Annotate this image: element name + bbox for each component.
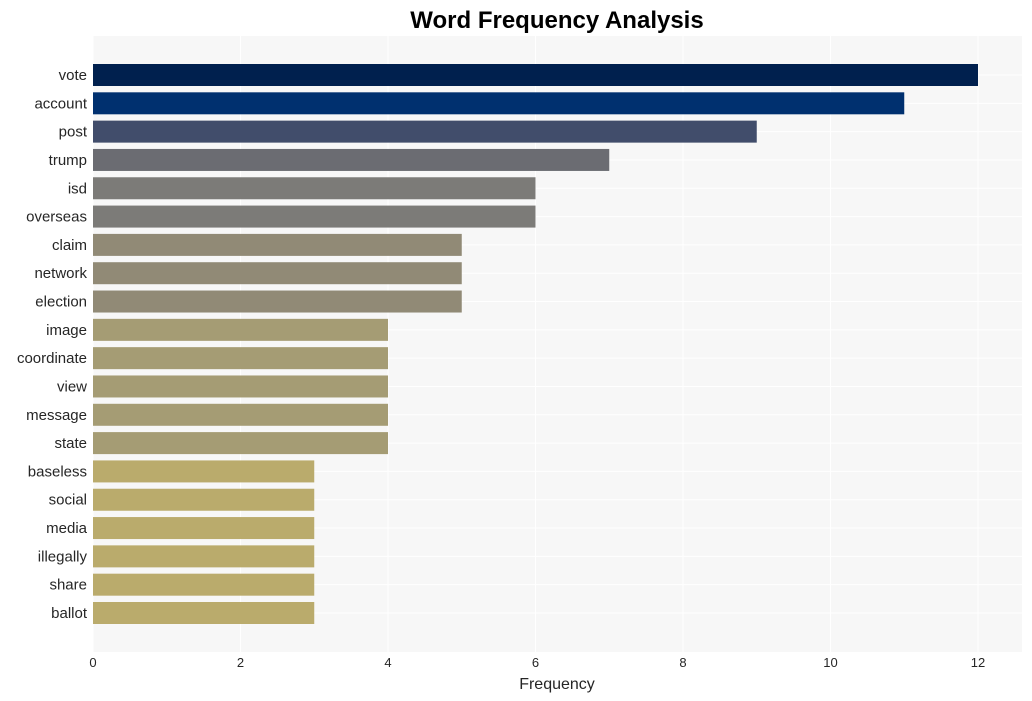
x-tick-0: 0 [89, 655, 96, 670]
y-label-baseless: baseless [28, 463, 87, 480]
bar-media [93, 517, 315, 540]
y-label-vote: vote [59, 67, 87, 84]
x-tick-10: 10 [823, 655, 837, 670]
x-axis-label: Frequency [519, 676, 595, 693]
bar-share [93, 573, 315, 596]
y-label-media: media [46, 520, 88, 537]
bar-overseas [93, 205, 536, 228]
x-tick-6: 6 [532, 655, 539, 670]
bar-state [93, 432, 388, 455]
y-label-image: image [46, 322, 87, 339]
x-tick-8: 8 [679, 655, 686, 670]
y-label-state: state [54, 435, 87, 452]
bar-network [93, 262, 462, 285]
y-label-share: share [49, 577, 87, 594]
y-label-trump: trump [49, 152, 87, 169]
x-tick-12: 12 [971, 655, 985, 670]
bar-baseless [93, 460, 315, 483]
bar-claim [93, 233, 462, 256]
word-frequency-chart: Word Frequency Analysis vote account post t… [17, 7, 1022, 693]
bar-image [93, 318, 388, 341]
y-axis-labels: vote account post trump isd overseas claim netw… [17, 67, 88, 622]
y-label-view: view [57, 378, 87, 395]
bar-vote [93, 64, 978, 86]
y-label-election: election [35, 294, 87, 311]
y-label-coordinate: coordinate [17, 350, 87, 367]
chart-title: Word Frequency Analysis [410, 7, 703, 34]
y-label-overseas: overseas [26, 209, 87, 226]
x-axis-ticks: 0 2 4 6 8 10 12 [89, 655, 985, 670]
bar-view [93, 375, 388, 398]
bar-account [93, 92, 905, 115]
bar-post [93, 120, 757, 143]
y-label-claim: claim [52, 237, 87, 254]
bar-illegally [93, 545, 315, 568]
bar-message [93, 403, 388, 426]
y-label-ballot: ballot [51, 605, 88, 622]
x-tick-2: 2 [237, 655, 244, 670]
bar-trump [93, 148, 610, 171]
y-label-social: social [49, 492, 87, 509]
bar-social [93, 488, 315, 511]
bar-ballot [93, 602, 315, 624]
y-label-illegally: illegally [38, 548, 88, 565]
x-tick-4: 4 [384, 655, 391, 670]
y-label-isd: isd [68, 180, 87, 197]
y-label-network: network [34, 265, 87, 282]
bar-isd [93, 177, 536, 200]
y-label-message: message [26, 407, 87, 424]
bar-election [93, 290, 462, 313]
bar-coordinate [93, 347, 388, 370]
y-label-account: account [34, 95, 87, 112]
y-label-post: post [59, 124, 88, 141]
